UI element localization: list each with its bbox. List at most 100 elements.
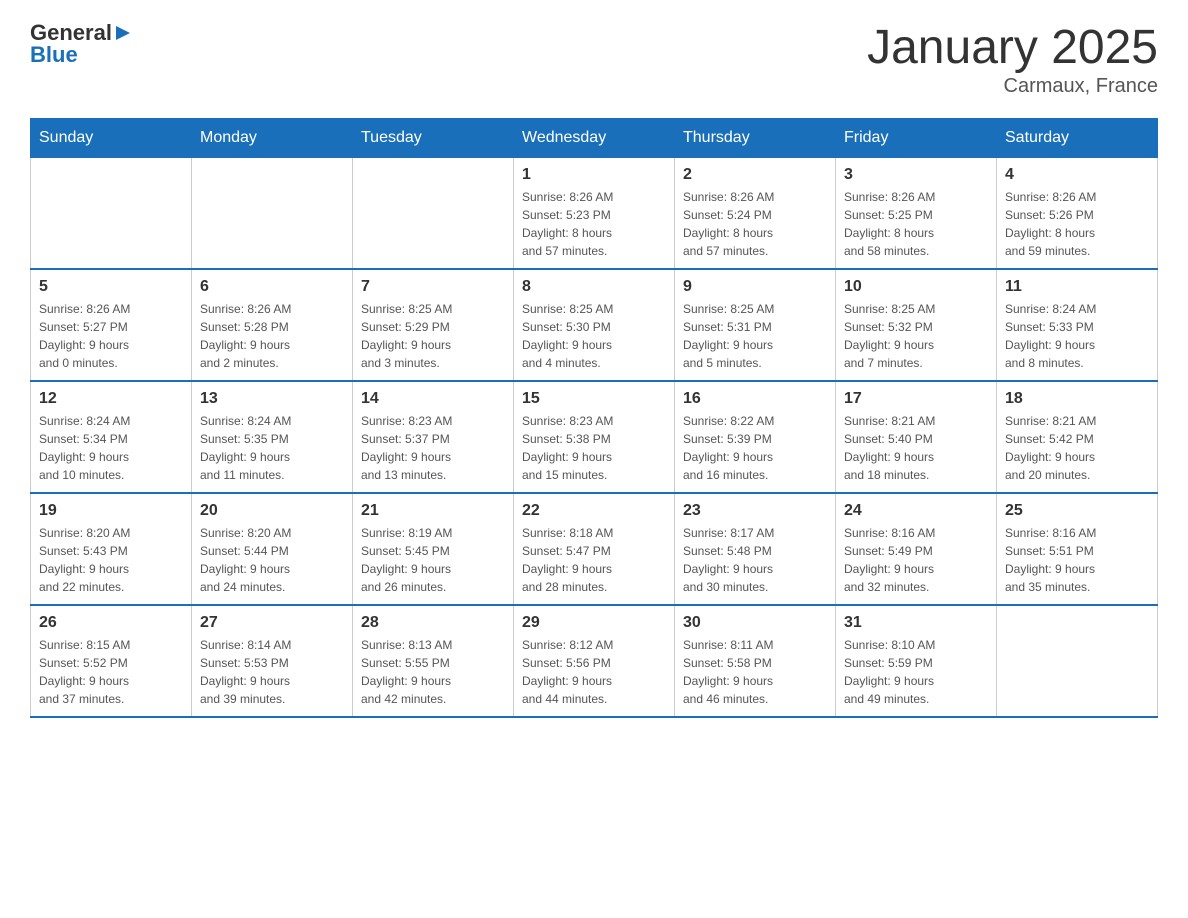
day-number: 22 <box>522 502 666 520</box>
day-number: 16 <box>683 390 827 408</box>
day-info: Sunrise: 8:25 AM Sunset: 5:30 PM Dayligh… <box>522 300 666 372</box>
logo-triangle-icon <box>114 24 132 42</box>
day-number: 3 <box>844 166 988 184</box>
day-number: 13 <box>200 390 344 408</box>
title-section: January 2025 Carmaux, France <box>867 20 1158 98</box>
calendar-cell-w1-d1 <box>31 158 192 270</box>
day-info: Sunrise: 8:26 AM Sunset: 5:23 PM Dayligh… <box>522 188 666 260</box>
day-number: 18 <box>1005 390 1149 408</box>
calendar-cell-w2-d5: 9 Sunrise: 8:25 AM Sunset: 5:31 PM Daylig… <box>675 269 836 381</box>
day-number: 31 <box>844 614 988 632</box>
day-number: 14 <box>361 390 505 408</box>
location-label: Carmaux, France <box>867 75 1158 98</box>
day-info: Sunrise: 8:25 AM Sunset: 5:31 PM Dayligh… <box>683 300 827 372</box>
day-info: Sunrise: 8:23 AM Sunset: 5:38 PM Dayligh… <box>522 412 666 484</box>
day-info: Sunrise: 8:26 AM Sunset: 5:27 PM Dayligh… <box>39 300 183 372</box>
day-info: Sunrise: 8:25 AM Sunset: 5:29 PM Dayligh… <box>361 300 505 372</box>
calendar-cell-w3-d7: 18 Sunrise: 8:21 AM Sunset: 5:42 PM Dayli… <box>997 381 1158 493</box>
day-info: Sunrise: 8:18 AM Sunset: 5:47 PM Dayligh… <box>522 524 666 596</box>
day-number: 20 <box>200 502 344 520</box>
day-info: Sunrise: 8:10 AM Sunset: 5:59 PM Dayligh… <box>844 636 988 708</box>
day-number: 26 <box>39 614 183 632</box>
calendar-cell-w3-d6: 17 Sunrise: 8:21 AM Sunset: 5:40 PM Dayli… <box>836 381 997 493</box>
calendar-cell-w5-d2: 27 Sunrise: 8:14 AM Sunset: 5:53 PM Dayli… <box>192 605 353 717</box>
day-info: Sunrise: 8:26 AM Sunset: 5:28 PM Dayligh… <box>200 300 344 372</box>
day-number: 11 <box>1005 278 1149 296</box>
page-title: January 2025 <box>867 20 1158 75</box>
day-number: 17 <box>844 390 988 408</box>
day-info: Sunrise: 8:21 AM Sunset: 5:40 PM Dayligh… <box>844 412 988 484</box>
day-number: 9 <box>683 278 827 296</box>
calendar-cell-w5-d5: 30 Sunrise: 8:11 AM Sunset: 5:58 PM Dayli… <box>675 605 836 717</box>
day-info: Sunrise: 8:15 AM Sunset: 5:52 PM Dayligh… <box>39 636 183 708</box>
logo-blue-text: Blue <box>30 42 78 68</box>
calendar-cell-w5-d4: 29 Sunrise: 8:12 AM Sunset: 5:56 PM Dayli… <box>514 605 675 717</box>
header-sunday: Sunday <box>31 119 192 158</box>
day-number: 27 <box>200 614 344 632</box>
calendar-cell-w4-d7: 25Sunrise: 8:16 AM Sunset: 5:51 PM Dayli… <box>997 493 1158 605</box>
day-number: 29 <box>522 614 666 632</box>
day-number: 30 <box>683 614 827 632</box>
day-number: 15 <box>522 390 666 408</box>
day-info: Sunrise: 8:26 AM Sunset: 5:26 PM Dayligh… <box>1005 188 1149 260</box>
header-friday: Friday <box>836 119 997 158</box>
calendar-week-2: 5 Sunrise: 8:26 AM Sunset: 5:27 PM Daylig… <box>31 269 1158 381</box>
day-number: 4 <box>1005 166 1149 184</box>
calendar-week-4: 19 Sunrise: 8:20 AM Sunset: 5:43 PM Dayli… <box>31 493 1158 605</box>
day-number: 10 <box>844 278 988 296</box>
calendar-cell-w5-d1: 26 Sunrise: 8:15 AM Sunset: 5:52 PM Dayli… <box>31 605 192 717</box>
day-number: 28 <box>361 614 505 632</box>
calendar-cell-w4-d2: 20 Sunrise: 8:20 AM Sunset: 5:44 PM Dayli… <box>192 493 353 605</box>
calendar-cell-w3-d3: 14 Sunrise: 8:23 AM Sunset: 5:37 PM Dayli… <box>353 381 514 493</box>
day-number: 24 <box>844 502 988 520</box>
calendar-cell-w1-d6: 3Sunrise: 8:26 AM Sunset: 5:25 PM Daylig… <box>836 158 997 270</box>
calendar-cell-w2-d1: 5 Sunrise: 8:26 AM Sunset: 5:27 PM Daylig… <box>31 269 192 381</box>
header-saturday: Saturday <box>997 119 1158 158</box>
calendar-week-3: 12Sunrise: 8:24 AM Sunset: 5:34 PM Dayli… <box>31 381 1158 493</box>
calendar-cell-w5-d3: 28 Sunrise: 8:13 AM Sunset: 5:55 PM Dayli… <box>353 605 514 717</box>
day-info: Sunrise: 8:20 AM Sunset: 5:43 PM Dayligh… <box>39 524 183 596</box>
day-number: 5 <box>39 278 183 296</box>
day-info: Sunrise: 8:26 AM Sunset: 5:24 PM Dayligh… <box>683 188 827 260</box>
day-info: Sunrise: 8:11 AM Sunset: 5:58 PM Dayligh… <box>683 636 827 708</box>
day-number: 21 <box>361 502 505 520</box>
day-number: 7 <box>361 278 505 296</box>
calendar-cell-w3-d5: 16 Sunrise: 8:22 AM Sunset: 5:39 PM Dayli… <box>675 381 836 493</box>
calendar-header-row: SundayMondayTuesdayWednesdayThursdayFrid… <box>31 119 1158 158</box>
day-number: 19 <box>39 502 183 520</box>
calendar-cell-w4-d3: 21 Sunrise: 8:19 AM Sunset: 5:45 PM Dayli… <box>353 493 514 605</box>
day-number: 2 <box>683 166 827 184</box>
calendar-cell-w3-d2: 13Sunrise: 8:24 AM Sunset: 5:35 PM Dayli… <box>192 381 353 493</box>
day-info: Sunrise: 8:22 AM Sunset: 5:39 PM Dayligh… <box>683 412 827 484</box>
calendar-cell-w4-d6: 24 Sunrise: 8:16 AM Sunset: 5:49 PM Dayli… <box>836 493 997 605</box>
day-number: 6 <box>200 278 344 296</box>
day-info: Sunrise: 8:16 AM Sunset: 5:49 PM Dayligh… <box>844 524 988 596</box>
calendar-cell-w4-d1: 19 Sunrise: 8:20 AM Sunset: 5:43 PM Dayli… <box>31 493 192 605</box>
day-info: Sunrise: 8:19 AM Sunset: 5:45 PM Dayligh… <box>361 524 505 596</box>
day-number: 8 <box>522 278 666 296</box>
calendar-week-5: 26 Sunrise: 8:15 AM Sunset: 5:52 PM Dayli… <box>31 605 1158 717</box>
header-tuesday: Tuesday <box>353 119 514 158</box>
day-info: Sunrise: 8:14 AM Sunset: 5:53 PM Dayligh… <box>200 636 344 708</box>
calendar-cell-w2-d4: 8 Sunrise: 8:25 AM Sunset: 5:30 PM Daylig… <box>514 269 675 381</box>
calendar-cell-w2-d6: 10Sunrise: 8:25 AM Sunset: 5:32 PM Dayli… <box>836 269 997 381</box>
day-number: 23 <box>683 502 827 520</box>
calendar-cell-w5-d7 <box>997 605 1158 717</box>
day-info: Sunrise: 8:12 AM Sunset: 5:56 PM Dayligh… <box>522 636 666 708</box>
logo: General Blue <box>30 20 132 68</box>
day-info: Sunrise: 8:20 AM Sunset: 5:44 PM Dayligh… <box>200 524 344 596</box>
page-header: General Blue January 2025 Carmaux, Franc… <box>30 20 1158 98</box>
day-info: Sunrise: 8:13 AM Sunset: 5:55 PM Dayligh… <box>361 636 505 708</box>
header-thursday: Thursday <box>675 119 836 158</box>
day-info: Sunrise: 8:23 AM Sunset: 5:37 PM Dayligh… <box>361 412 505 484</box>
calendar-cell-w1-d7: 4 Sunrise: 8:26 AM Sunset: 5:26 PM Daylig… <box>997 158 1158 270</box>
calendar-week-1: 1Sunrise: 8:26 AM Sunset: 5:23 PM Daylig… <box>31 158 1158 270</box>
day-info: Sunrise: 8:24 AM Sunset: 5:33 PM Dayligh… <box>1005 300 1149 372</box>
calendar-cell-w1-d4: 1Sunrise: 8:26 AM Sunset: 5:23 PM Daylig… <box>514 158 675 270</box>
calendar-cell-w1-d5: 2 Sunrise: 8:26 AM Sunset: 5:24 PM Daylig… <box>675 158 836 270</box>
calendar-cell-w1-d2 <box>192 158 353 270</box>
calendar-cell-w3-d4: 15 Sunrise: 8:23 AM Sunset: 5:38 PM Dayli… <box>514 381 675 493</box>
day-info: Sunrise: 8:21 AM Sunset: 5:42 PM Dayligh… <box>1005 412 1149 484</box>
calendar-table: SundayMondayTuesdayWednesdayThursdayFrid… <box>30 118 1158 718</box>
calendar-cell-w5-d6: 31 Sunrise: 8:10 AM Sunset: 5:59 PM Dayli… <box>836 605 997 717</box>
